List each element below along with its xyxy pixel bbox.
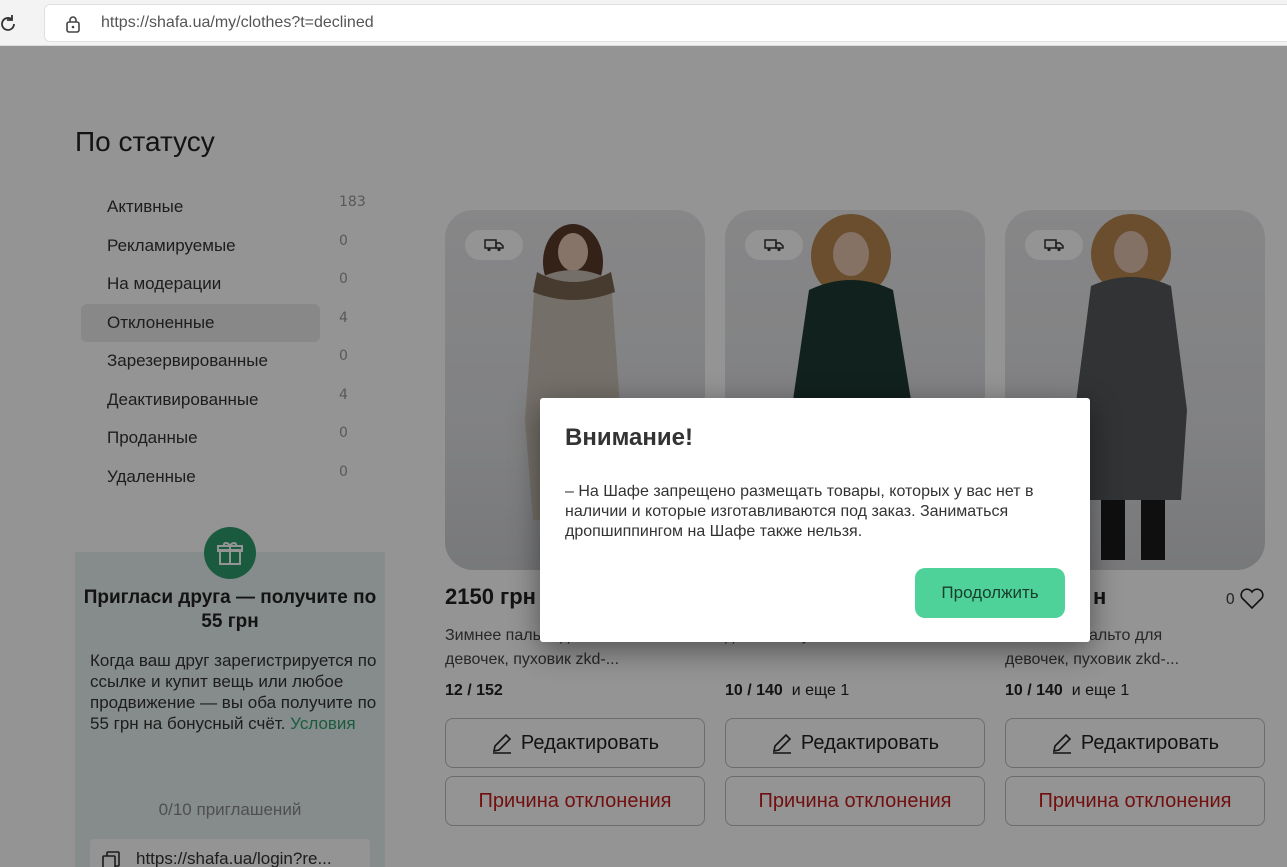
lock-icon [66, 16, 80, 33]
modal-title: Внимание! [565, 424, 693, 451]
warning-modal: Внимание! – На Шафе запрещено размещать … [540, 398, 1090, 642]
modal-text: – На Шафе запрещено размещать товары, ко… [565, 483, 1034, 540]
continue-button[interactable]: Продолжить [915, 568, 1065, 618]
browser-toolbar: https://shafa.ua/my/clothes?t=declined [0, 0, 1287, 46]
address-bar[interactable]: https://shafa.ua/my/clothes?t=declined [44, 4, 1287, 42]
url-text: https://shafa.ua/my/clothes?t=declined [101, 14, 374, 31]
reload-icon[interactable] [0, 12, 20, 36]
